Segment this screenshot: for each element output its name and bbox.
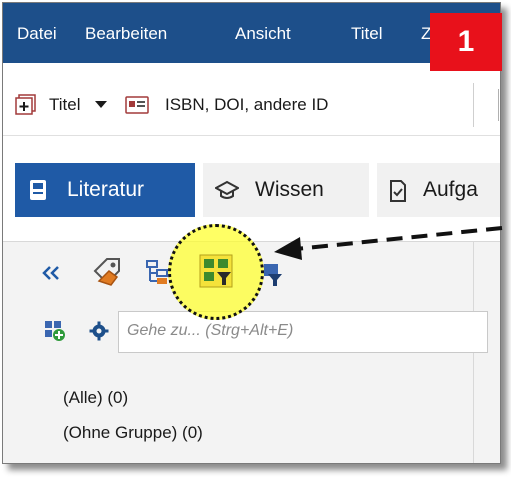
tab-aufgaben[interactable]: Aufga <box>377 163 500 217</box>
tag-icon[interactable] <box>91 255 125 289</box>
menu-datei[interactable]: Datei <box>17 24 57 44</box>
title-button[interactable]: Titel <box>49 95 81 115</box>
gear-icon[interactable] <box>89 321 109 341</box>
graduation-cap-icon <box>215 180 239 199</box>
tab-literatur-label: Literatur <box>67 178 145 201</box>
dashed-arrow-pointer <box>274 226 503 260</box>
id-card-icon <box>125 96 149 114</box>
menu-ansicht[interactable]: Ansicht <box>235 24 291 44</box>
tab-aufgaben-label: Aufga <box>423 178 478 201</box>
tab-wissen[interactable]: Wissen <box>203 163 369 217</box>
filter-group-icon[interactable] <box>198 253 234 289</box>
book-icon <box>30 180 46 200</box>
task-icon <box>390 180 406 202</box>
double-chevron-left-icon[interactable] <box>41 265 61 281</box>
menu-bar: Datei Bearbeiten Ansicht Titel Z <box>3 3 500 63</box>
tab-wissen-label: Wissen <box>255 178 324 201</box>
id-lookup-button[interactable]: ISBN, DOI, andere ID <box>165 95 328 115</box>
list-item-ungrouped[interactable]: (Ohne Gruppe) (0) <box>63 423 203 443</box>
add-title-icon[interactable] <box>15 94 37 116</box>
toolbar-separator-2 <box>498 89 499 121</box>
menu-titel[interactable]: Titel <box>351 24 383 44</box>
list-item-all[interactable]: (Alle) (0) <box>63 388 128 408</box>
search-placeholder: Gehe zu... (Strg+Alt+E) <box>127 322 294 339</box>
menu-bearbeiten[interactable]: Bearbeiten <box>85 24 167 44</box>
callout-number-badge: 1 <box>430 13 502 71</box>
toolbar-separator <box>473 83 474 127</box>
tab-literatur[interactable]: Literatur <box>15 163 195 217</box>
chevron-down-icon[interactable] <box>95 101 107 109</box>
add-group-icon[interactable] <box>43 319 67 343</box>
